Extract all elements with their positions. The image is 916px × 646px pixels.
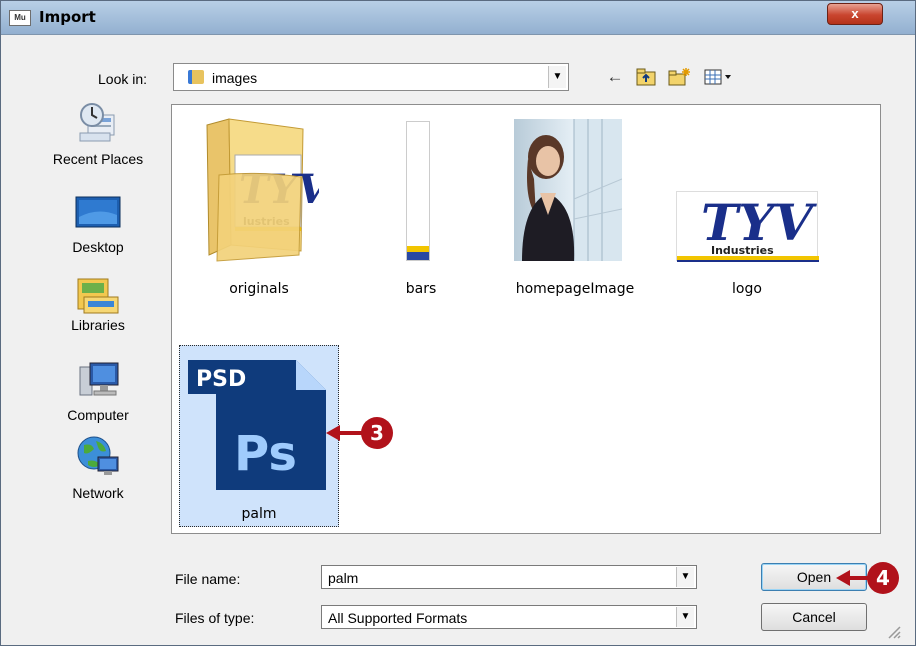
look-in-value: images <box>212 70 258 86</box>
places-bar: Recent Places Desktop Libraries Computer… <box>35 101 161 521</box>
recent-places-icon <box>74 101 122 142</box>
file-name-value: palm <box>328 570 359 586</box>
muse-app-icon: Mu <box>9 10 31 26</box>
import-dialog: Mu Import x Look in: images ▼ ← Recent P… <box>0 0 916 646</box>
desktop-icon <box>74 193 122 233</box>
place-recent-places[interactable]: Recent Places <box>35 101 161 167</box>
ps-mark-text: Ps <box>234 426 297 482</box>
views-menu-icon[interactable] <box>701 65 737 89</box>
place-label: Libraries <box>71 317 125 333</box>
file-list-view[interactable]: TYV lustries originals bars <box>171 104 881 534</box>
logo-subtext: Industries <box>711 244 774 257</box>
file-item-palm[interactable]: PSD Ps palm <box>179 345 339 527</box>
place-label: Recent Places <box>52 151 144 167</box>
image-thumbnail <box>514 119 622 261</box>
new-folder-icon[interactable] <box>665 65 693 89</box>
place-label: Network <box>72 485 124 501</box>
file-name-label: palm <box>241 506 277 522</box>
file-name-label: homepageImage <box>515 281 635 297</box>
chevron-down-icon[interactable]: ▼ <box>676 607 694 627</box>
file-name-label: bars <box>405 281 437 297</box>
cancel-button[interactable]: Cancel <box>761 603 867 631</box>
image-thumbnail <box>406 121 430 261</box>
place-computer[interactable]: Computer <box>35 359 161 423</box>
file-name-label: logo <box>732 281 762 297</box>
resize-grip-icon[interactable] <box>885 623 901 639</box>
back-arrow-icon[interactable]: ← <box>603 65 627 89</box>
file-name-label: originals <box>229 281 289 297</box>
title-bar[interactable]: Mu Import x <box>1 1 915 35</box>
up-folder-icon[interactable] <box>633 65 659 89</box>
chevron-down-icon[interactable]: ▼ <box>548 66 566 88</box>
place-libraries[interactable]: Libraries <box>35 275 161 333</box>
psd-file-icon: PSD Ps <box>186 352 332 492</box>
file-item-logo[interactable]: TYV Industries logo <box>672 115 822 297</box>
psd-badge-text: PSD <box>196 367 246 392</box>
file-name-label-caption: File name: <box>175 571 241 587</box>
file-type-value: All Supported Formats <box>328 610 468 626</box>
callout-3: 3 <box>361 417 393 449</box>
file-type-select[interactable]: All Supported Formats ▼ <box>321 605 697 629</box>
libraries-icon <box>74 275 122 315</box>
folder-icon: TYV lustries <box>194 115 332 265</box>
place-network[interactable]: Network <box>35 433 161 501</box>
dialog-title: Import <box>39 8 96 26</box>
place-label: Desktop <box>72 239 124 255</box>
look-in-label: Look in: <box>98 71 148 87</box>
folder-icon <box>188 70 204 84</box>
computer-icon <box>74 359 122 399</box>
file-name-input[interactable]: palm ▼ <box>321 565 697 589</box>
file-type-label: Files of type: <box>175 610 255 626</box>
place-desktop[interactable]: Desktop <box>35 193 161 255</box>
file-item-homepage-image[interactable]: homepageImage <box>500 115 650 297</box>
look-in-dropdown[interactable]: images ▼ <box>173 63 569 91</box>
chevron-down-icon[interactable]: ▼ <box>676 567 694 587</box>
network-icon <box>74 433 122 481</box>
close-button[interactable]: x <box>827 3 883 25</box>
image-thumbnail: TYV Industries <box>676 191 819 262</box>
file-item-originals[interactable]: TYV lustries originals <box>194 115 332 297</box>
callout-4: 4 <box>867 562 899 594</box>
place-label: Computer <box>67 407 129 423</box>
file-item-bars[interactable]: bars <box>356 115 486 297</box>
